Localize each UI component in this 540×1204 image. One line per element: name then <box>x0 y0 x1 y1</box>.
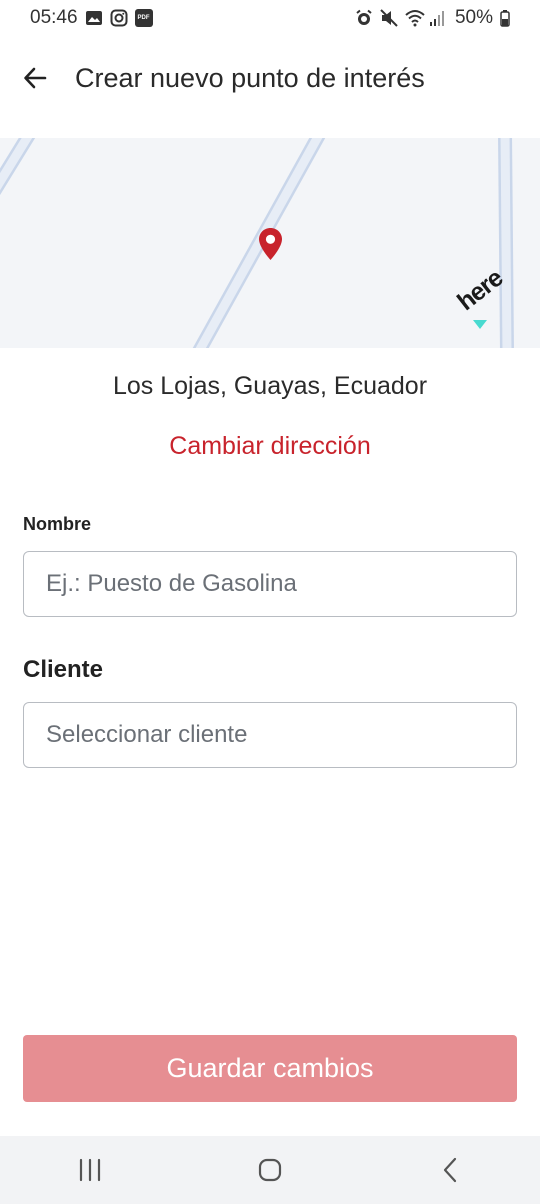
image-icon <box>85 9 103 27</box>
home-button[interactable] <box>240 1140 300 1200</box>
signal-icon <box>429 9 448 27</box>
status-bar: 05:46 PDF 50% <box>0 0 540 36</box>
back-chevron-icon <box>443 1157 457 1183</box>
wifi-icon <box>405 9 425 27</box>
screen: 05:46 PDF 50% Crear nuevo punto de inter… <box>0 0 540 1204</box>
battery-icon <box>500 9 510 27</box>
map-preview[interactable]: here <box>0 138 540 348</box>
name-input[interactable] <box>24 552 516 616</box>
client-label: Cliente <box>23 656 104 683</box>
arrow-left-icon <box>24 67 47 89</box>
home-icon <box>258 1158 282 1182</box>
system-nav-bar <box>0 1136 540 1204</box>
battery-percent: 50% <box>454 7 493 28</box>
name-field[interactable] <box>23 551 517 617</box>
location-pin-icon <box>259 228 282 260</box>
instagram-icon <box>110 9 128 27</box>
save-button[interactable]: Guardar cambios <box>23 1035 517 1102</box>
name-label: Nombre <box>23 514 92 534</box>
status-left: 05:46 PDF <box>30 7 153 29</box>
nav-back-button[interactable] <box>420 1140 480 1200</box>
client-select[interactable]: Seleccionar cliente <box>23 702 517 768</box>
here-logo-triangle-icon <box>473 320 487 329</box>
address-text: Los Lojas, Guayas, Ecuador <box>112 372 428 400</box>
back-button[interactable] <box>11 54 59 102</box>
pdf-icon: PDF <box>134 9 153 27</box>
recents-icon <box>79 1158 101 1182</box>
page-title: Crear nuevo punto de interés <box>75 62 425 93</box>
recents-button[interactable] <box>60 1140 120 1200</box>
mute-icon <box>380 9 398 27</box>
change-address-link[interactable]: Cambiar dirección <box>0 432 540 461</box>
app-bar: Crear nuevo punto de interés <box>0 44 540 112</box>
alarm-icon <box>355 9 373 27</box>
status-time: 05:46 <box>30 7 78 28</box>
status-right: 50% <box>355 7 510 29</box>
client-select-placeholder: Seleccionar cliente <box>46 721 248 748</box>
